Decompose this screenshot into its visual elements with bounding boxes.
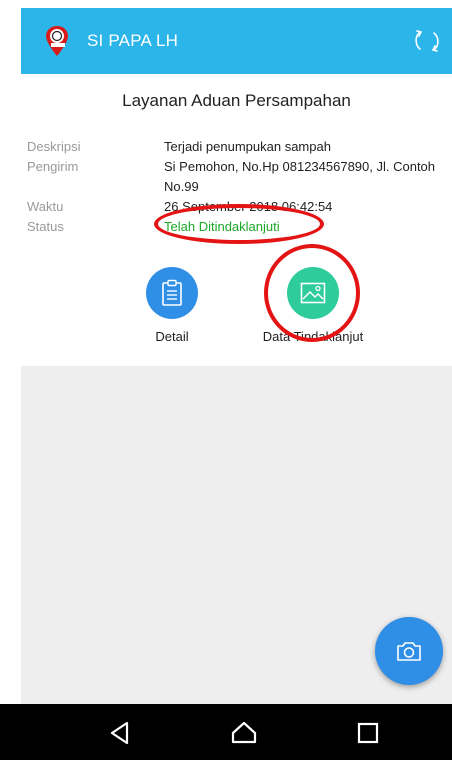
app-bar: SI PAPA LH (21, 8, 452, 74)
status-label: Status (27, 219, 64, 234)
refresh-icon[interactable] (411, 25, 443, 57)
app-logo-icon (46, 26, 68, 56)
pengirim-row: Pengirim Si Pemohon, No.Hp 081234567890,… (27, 157, 452, 197)
image-icon (300, 282, 326, 304)
deskripsi-value: Terjadi penumpukan sampah (164, 139, 331, 154)
left-margin (0, 0, 21, 366)
screen: SI PAPA LH Layanan Aduan Persampahan Des… (0, 0, 452, 760)
page-title: Layanan Aduan Persampahan (122, 91, 351, 110)
status-value: Telah Ditindaklanjuti (164, 219, 280, 234)
waktu-row: Waktu 26 September 2018 06:42:54 (27, 197, 452, 217)
detail-button[interactable]: Detail (138, 267, 206, 344)
complaint-details: Deskripsi Terjadi penumpukan sampah Peng… (27, 137, 452, 237)
app-title: SI PAPA LH (87, 31, 179, 50)
clipboard-icon (162, 279, 182, 306)
data-tindaklanjut-button-circle[interactable] (287, 267, 339, 319)
deskripsi-label: Deskripsi (27, 139, 81, 154)
waktu-label: Waktu (27, 199, 64, 214)
camera-icon (397, 642, 421, 661)
data-tindaklanjut-label: Data Tindaklanjut (262, 329, 364, 344)
recents-icon[interactable] (355, 720, 381, 746)
detail-button-circle[interactable] (146, 267, 198, 319)
data-tindaklanjut-button[interactable]: Data Tindaklanjut (258, 267, 368, 344)
camera-fab-button[interactable] (375, 617, 443, 685)
home-icon[interactable] (231, 720, 257, 746)
action-buttons: Detail Data Tindaklanjut (21, 267, 452, 347)
pengirim-label: Pengirim (27, 159, 79, 174)
system-nav-bar (0, 704, 452, 760)
status-row: Status Telah Ditindaklanjuti (27, 217, 452, 237)
detail-label: Detail (155, 329, 189, 344)
back-icon[interactable] (107, 720, 133, 746)
waktu-value: 26 September 2018 06:42:54 (164, 199, 333, 214)
deskripsi-row: Deskripsi Terjadi penumpukan sampah (27, 137, 452, 157)
pengirim-value: Si Pemohon, No.Hp 081234567890, Jl. Cont… (164, 159, 436, 194)
